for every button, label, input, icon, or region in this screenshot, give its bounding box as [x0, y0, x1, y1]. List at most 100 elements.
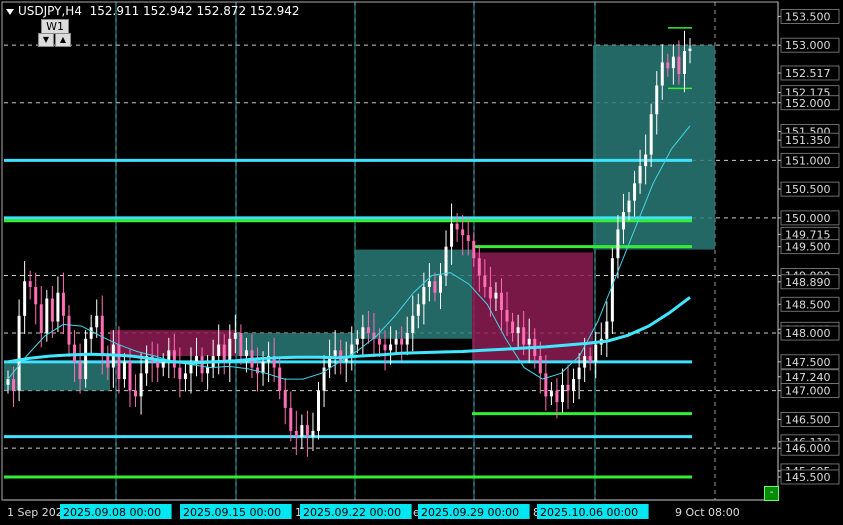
- scroll-arrows: ▼ ▲: [38, 33, 71, 47]
- candle-body: [73, 344, 77, 362]
- arrow-up-icon[interactable]: ▲: [55, 33, 71, 47]
- candle-body: [23, 281, 27, 316]
- candle-body: [438, 275, 442, 293]
- candle-body: [511, 321, 515, 334]
- candle-body: [317, 390, 321, 431]
- candle-body: [366, 327, 370, 334]
- candle-body: [577, 367, 581, 380]
- axis-label: 149.500: [785, 241, 831, 254]
- candle-body: [178, 367, 182, 380]
- candle-body: [172, 350, 176, 368]
- candle-body: [394, 338, 398, 345]
- axis-label: 147.240: [785, 371, 831, 384]
- candle-body: [677, 56, 681, 74]
- axis-label: 151.350: [785, 134, 831, 147]
- axis-label: 150.500: [785, 183, 831, 196]
- candle-body: [621, 212, 625, 230]
- axis-label: 147.000: [785, 385, 831, 398]
- candle-body: [389, 344, 393, 351]
- candle-body: [45, 298, 49, 334]
- candle-body: [566, 384, 570, 391]
- candle-body: [333, 350, 337, 357]
- candle-body: [84, 338, 88, 380]
- candle-body: [311, 430, 315, 437]
- candle-body: [56, 292, 60, 322]
- price-axis: 153.500153.000152.517152.175152.000151.5…: [777, 2, 840, 500]
- candle-body: [106, 356, 110, 368]
- axis-label: 152.517: [785, 67, 831, 80]
- candle-body: [228, 338, 232, 362]
- axis-label: 150.000: [785, 212, 831, 225]
- candle-body: [522, 327, 526, 345]
- candle-body: [139, 373, 143, 397]
- candle-body: [616, 229, 620, 259]
- candle-body: [217, 344, 221, 357]
- candle-body: [644, 154, 648, 167]
- time-label: 2025.09.22 00:00: [303, 506, 401, 519]
- candle-body: [95, 315, 99, 328]
- candle-body: [233, 333, 237, 339]
- candle-body: [450, 223, 454, 247]
- candle-body: [34, 286, 38, 305]
- price-chart[interactable]: 153.500153.000152.517152.175152.000151.5…: [0, 0, 843, 525]
- candle-body: [305, 425, 309, 437]
- candle-body: [377, 338, 381, 345]
- candles-layer: [6, 30, 692, 457]
- candle-body: [405, 333, 409, 345]
- candle-body: [39, 304, 43, 334]
- candle-body: [300, 425, 304, 437]
- candle-body: [294, 430, 298, 437]
- time-label: 9 Oct 08:00: [675, 506, 740, 519]
- candle-body: [549, 390, 553, 397]
- candle-body: [583, 356, 587, 368]
- candle-body: [466, 235, 470, 241]
- axis-label: 146.000: [785, 442, 831, 455]
- arrow-down-icon[interactable]: ▼: [38, 33, 54, 47]
- candle-body: [688, 48, 692, 51]
- axis-label: 152.000: [785, 97, 831, 110]
- candle-body: [161, 361, 165, 368]
- candle-body: [156, 361, 160, 368]
- candle-body: [649, 114, 653, 155]
- candle-body: [488, 286, 492, 299]
- time-label: 2025.09.08 00:00: [63, 506, 161, 519]
- candle-body: [427, 281, 431, 287]
- candle-body: [6, 379, 10, 385]
- candle-body: [411, 315, 415, 334]
- candle-body: [383, 344, 387, 351]
- candle-body: [28, 281, 32, 287]
- axis-label: 153.000: [785, 39, 831, 52]
- candle-body: [206, 367, 210, 374]
- candle-body: [572, 379, 576, 391]
- candle-body: [239, 333, 243, 357]
- dropdown-icon[interactable]: [6, 8, 14, 15]
- candle-body: [78, 361, 82, 380]
- candle-body: [128, 361, 132, 391]
- axis-label: 147.500: [785, 356, 831, 369]
- candle-body: [560, 384, 564, 403]
- candle-body: [671, 56, 675, 69]
- candle-body: [605, 321, 609, 339]
- candle-body: [122, 361, 126, 380]
- axis-label: 153.500: [785, 10, 831, 23]
- axis-label: 148.890: [785, 276, 831, 289]
- candle-body: [505, 310, 509, 322]
- candle-body: [588, 356, 592, 362]
- ohlc-values: 152.911 152.942 152.872 152.942: [89, 4, 300, 18]
- candle-body: [50, 298, 54, 322]
- candle-body: [627, 200, 631, 213]
- candle-body: [289, 407, 293, 431]
- candle-body: [660, 62, 664, 86]
- symbol-header: USDJPY,H4 152.911 152.942 152.872 152.94…: [6, 4, 300, 18]
- candle-body: [461, 229, 465, 236]
- candle-body: [494, 292, 498, 299]
- candle-body: [89, 327, 93, 339]
- candle-body: [422, 286, 426, 305]
- candle-body: [183, 373, 187, 380]
- time-label: 2025.10.06 00:00: [540, 506, 638, 519]
- candle-body: [666, 62, 670, 69]
- timeframe-button[interactable]: W1: [41, 19, 69, 34]
- minimize-button[interactable]: -: [764, 486, 779, 501]
- candle-body: [633, 183, 637, 201]
- time-axis: 1 Sep 202 2025.09.08 00:00 2025.09.15 00:0…: [4, 499, 778, 519]
